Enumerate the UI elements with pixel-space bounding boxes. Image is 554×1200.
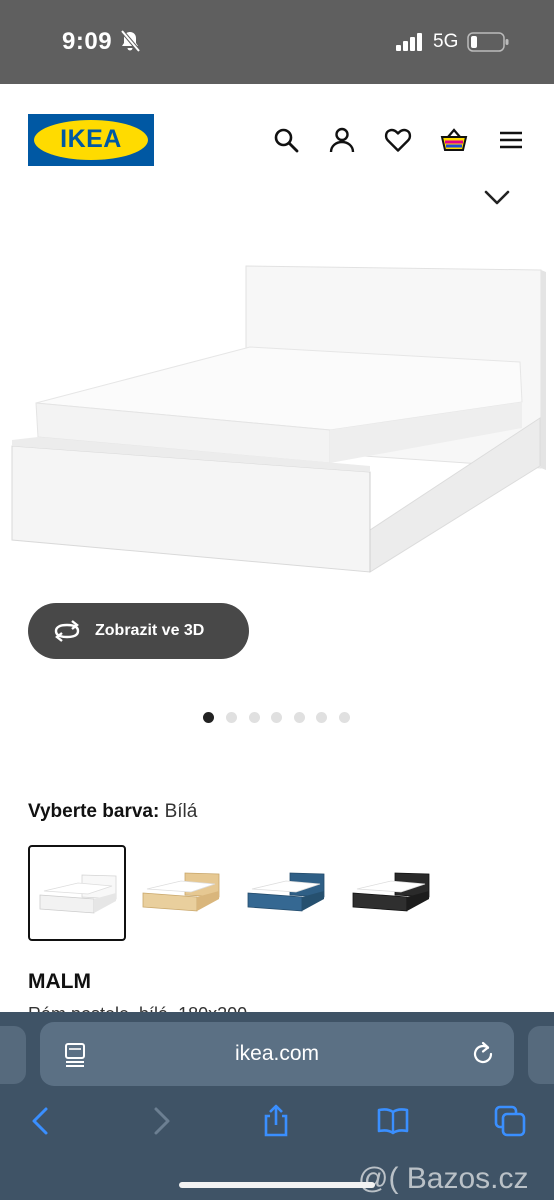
product-image[interactable] [0, 240, 554, 590]
color-label: Vyberte barva: Bílá [28, 801, 197, 823]
status-bar: 9:09 5G [0, 0, 554, 84]
search-icon[interactable] [272, 126, 300, 154]
bookmarks-icon[interactable] [376, 1104, 410, 1138]
pager-dot[interactable] [316, 712, 327, 723]
site-header: IKEA [0, 84, 554, 194]
heart-icon[interactable] [384, 126, 412, 154]
cart-icon[interactable] [440, 126, 468, 154]
bed-oak-thumb [142, 872, 220, 912]
swatch-oak[interactable] [133, 845, 231, 941]
swatch-blue[interactable] [238, 845, 336, 941]
previous-tab-preview[interactable] [0, 1026, 26, 1084]
browser-toolbar: ikea.com @( Bazos.cz [0, 1012, 554, 1200]
tabs-icon[interactable] [493, 1104, 527, 1138]
account-icon[interactable] [328, 126, 356, 154]
chevron-down-icon[interactable] [482, 186, 512, 208]
bell-slash-icon [120, 30, 140, 52]
battery-icon [467, 32, 509, 52]
share-icon[interactable] [259, 1104, 293, 1138]
forward-icon[interactable] [144, 1104, 178, 1138]
pager-dot[interactable] [203, 712, 214, 723]
pager-dot[interactable] [339, 712, 350, 723]
back-icon[interactable] [24, 1104, 58, 1138]
home-indicator[interactable] [179, 1182, 375, 1188]
pager-dot[interactable] [226, 712, 237, 723]
view-3d-button[interactable]: Zobrazit ve 3D [28, 603, 249, 659]
status-time: 9:09 [62, 28, 113, 55]
pager-dot[interactable] [294, 712, 305, 723]
pager-dot[interactable] [249, 712, 260, 723]
watermark-text: @( Bazos.cz [358, 1162, 529, 1195]
network-label: 5G [433, 31, 459, 52]
next-tab-preview[interactable] [528, 1026, 554, 1084]
bed-blue-thumb [247, 872, 325, 912]
ikea-logo[interactable]: IKEA [28, 114, 154, 166]
menu-icon[interactable] [497, 126, 525, 154]
signal-icon [396, 33, 422, 51]
swatch-white[interactable] [28, 845, 126, 941]
color-value: Bílá [164, 801, 198, 822]
color-prompt: Vyberte barva: [28, 801, 160, 822]
pager-dot[interactable] [271, 712, 282, 723]
product-name: MALM [28, 970, 91, 993]
swatch-black[interactable] [343, 845, 441, 941]
address-bar[interactable]: ikea.com [40, 1022, 514, 1086]
bed-white-thumb [39, 874, 117, 914]
url-text: ikea.com [234, 1042, 320, 1065]
reload-icon[interactable] [470, 1041, 496, 1067]
rotate-3d-icon [54, 620, 80, 642]
logo-text: IKEA [60, 125, 122, 153]
bed-black-thumb [352, 872, 430, 912]
view-3d-label: Zobrazit ve 3D [95, 622, 205, 639]
